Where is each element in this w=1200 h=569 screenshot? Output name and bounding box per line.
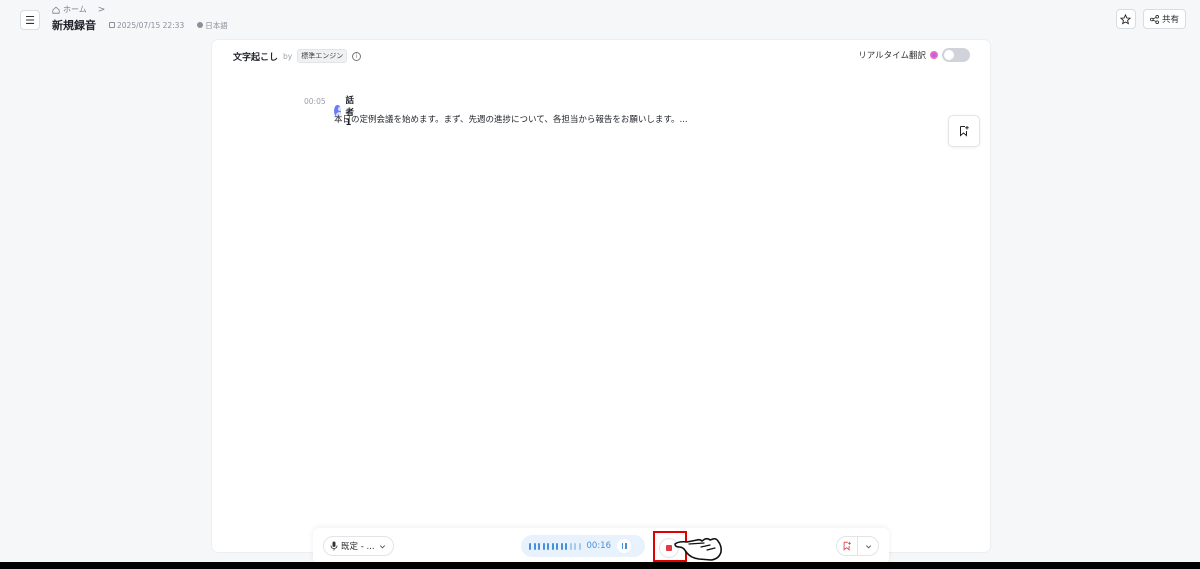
chevron-down-icon [865, 544, 871, 548]
bookmark-button[interactable] [837, 537, 857, 555]
audio-level-bar [529, 542, 531, 550]
audio-level-bar [565, 542, 567, 550]
panel-title: 文字起こし [233, 52, 279, 63]
audio-level-bar [556, 542, 558, 550]
audio-level-bar [542, 542, 545, 550]
share-button[interactable]: 共有 [1142, 9, 1186, 29]
bookmark-controls [836, 536, 879, 556]
pause-button[interactable] [617, 539, 631, 553]
breadcrumb-separator: > [97, 4, 106, 15]
audio-level-bar [547, 542, 549, 550]
mic-icon [330, 541, 338, 551]
transcript-panel: 文字起こし by 標準エンジン i リアルタイム翻訳 00:05 話者 1 本日… [212, 40, 990, 552]
star-icon [1120, 13, 1132, 25]
panel-by: by [283, 51, 293, 61]
realtime-translate-toggle[interactable] [942, 48, 970, 62]
audio-level-bar [560, 542, 563, 550]
language-text: 日本語 [205, 20, 228, 30]
panel-header: 文字起こし by 標準エンジン i [233, 49, 362, 63]
audio-level-bar [538, 542, 540, 550]
utterance-text: 本日の定例会議を始めます。まず、先週の進捗について、各担当から報告をお願いします… [334, 115, 688, 125]
microphone-select[interactable]: 既定 - ... [323, 536, 394, 556]
engine-badge: 標準エンジン [297, 49, 348, 63]
realtime-translate: リアルタイム翻訳 [858, 48, 970, 62]
bookmark-plus-icon [960, 126, 969, 137]
menu-icon: ☰ [25, 13, 35, 27]
bookmark-plus-icon [843, 541, 851, 551]
audio-level-bar [578, 542, 581, 550]
favorite-button[interactable] [1115, 9, 1136, 29]
pause-icon [621, 543, 623, 549]
recording-status: 00:16 [521, 535, 645, 557]
audio-level-meter [529, 542, 581, 550]
datetime-text: 2025/07/15 22:33 [117, 20, 185, 30]
stop-icon [666, 545, 672, 551]
page-title: 新規録音 [52, 19, 96, 32]
audio-level-bar [533, 542, 536, 550]
title-row: 新規録音 2025/07/15 22:33 日本語 [52, 17, 228, 33]
entry-timestamp[interactable]: 00:05 [304, 97, 326, 106]
chevron-down-icon [379, 544, 385, 548]
recording-datetime: 2025/07/15 22:33 [109, 21, 184, 30]
breadcrumb: ホーム > [52, 4, 105, 15]
home-icon [52, 6, 60, 14]
globe-icon [197, 22, 204, 28]
ai-sparkle-icon [930, 51, 938, 59]
audio-level-bar [551, 542, 554, 550]
microphone-label: 既定 - ... [341, 542, 375, 552]
bottom-edge [0, 562, 1200, 569]
toggle-knob [944, 50, 954, 60]
recording-language: 日本語 [197, 20, 228, 31]
info-icon[interactable]: i [352, 51, 362, 61]
audio-level-bar [574, 542, 576, 550]
share-label: 共有 [1161, 15, 1179, 25]
hand-pointer-icon [674, 537, 722, 561]
calendar-icon [109, 22, 115, 28]
breadcrumb-home[interactable]: ホーム [63, 4, 87, 15]
header-actions: 共有 [1115, 9, 1186, 29]
recording-controlbar: 既定 - ... 00:16 [313, 528, 889, 564]
bookmark-options-button[interactable] [858, 537, 878, 555]
realtime-translate-label: リアルタイム翻訳 [858, 51, 926, 61]
share-icon [1150, 14, 1159, 24]
audio-level-bar [569, 542, 572, 550]
pause-icon-bar [625, 543, 627, 549]
menu-button[interactable]: ☰ [20, 10, 40, 30]
add-bookmark-button[interactable] [948, 115, 980, 147]
elapsed-time: 00:16 [586, 541, 612, 551]
